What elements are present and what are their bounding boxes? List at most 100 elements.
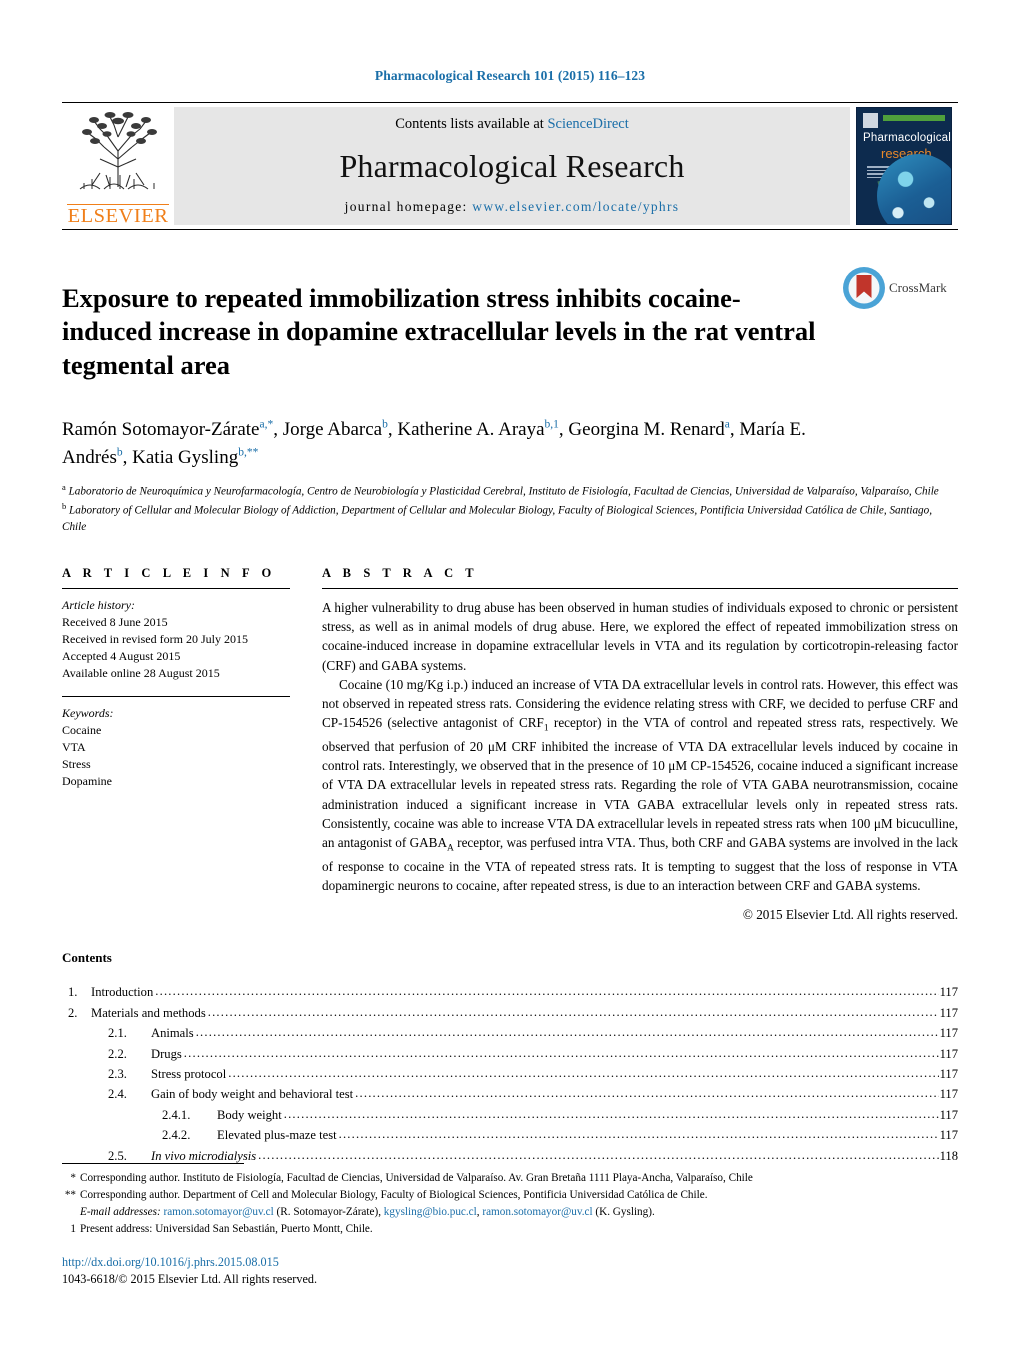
author-entry: Katia Gyslingb,** bbox=[132, 447, 258, 468]
toc-entry-label: Introduction bbox=[91, 985, 154, 1000]
author-marks[interactable]: b bbox=[117, 447, 123, 459]
author-name: Katia Gysling bbox=[132, 446, 239, 468]
toc-dot-leader: ........................................… bbox=[195, 1025, 939, 1040]
footnote-text: Corresponding author. Department of Cell… bbox=[80, 1189, 708, 1202]
cover-image: Pharmacological research bbox=[856, 107, 952, 225]
author-marks[interactable]: a bbox=[725, 419, 730, 431]
affiliation-text: Laboratorio de Neuroquímica y Neurofarma… bbox=[68, 485, 939, 498]
toc-entry-number: 1. bbox=[68, 985, 78, 1000]
journal-cover-thumbnail: Pharmacological research bbox=[850, 103, 958, 229]
footnote-mark: 1 bbox=[70, 1222, 76, 1235]
toc-entry[interactable]: 2.1. Animals.............................… bbox=[62, 1023, 958, 1043]
author-marks[interactable]: b,** bbox=[238, 447, 258, 459]
toc-entry-number: 2.3. bbox=[108, 1066, 127, 1081]
email-link[interactable]: ramon.sotomayor@uv.cl bbox=[163, 1206, 273, 1218]
affiliation-mark: a bbox=[62, 481, 66, 492]
toc-entry-number: 2.4.2. bbox=[162, 1128, 191, 1143]
toc-entry-number: 2.2. bbox=[108, 1046, 127, 1061]
crossmark-icon bbox=[842, 266, 886, 310]
affiliation-text: Laboratory of Cellular and Molecular Bio… bbox=[62, 504, 933, 533]
author-name: Jorge Abarca bbox=[282, 419, 383, 441]
journal-article-first-page: Pharmacological Research 101 (2015) 116–… bbox=[0, 0, 1020, 1351]
author-marks[interactable]: b bbox=[382, 419, 388, 431]
toc-entry-page: 117 bbox=[939, 1046, 958, 1061]
journal-homepage-line: journal homepage: www.elsevier.com/locat… bbox=[345, 199, 680, 215]
footnote-item: * Corresponding author. Instituto de Fisi… bbox=[62, 1170, 958, 1187]
toc-entry-label: Materials and methods bbox=[91, 1005, 206, 1020]
toc-dot-leader: ........................................… bbox=[155, 984, 938, 999]
toc-entry-number: 2.4.1. bbox=[162, 1107, 191, 1122]
elsevier-logo: ELSEVIER bbox=[62, 103, 174, 229]
toc-dot-leader: ........................................… bbox=[258, 1147, 939, 1162]
email-link[interactable]: ramon.sotomayor@uv.cl bbox=[482, 1206, 592, 1218]
toc-entry[interactable]: 2. Materials and methods.................… bbox=[62, 1003, 958, 1023]
contents-heading: Contents bbox=[62, 950, 112, 966]
affiliation-mark: b bbox=[62, 501, 67, 512]
toc-entry[interactable]: 2.3. Stress protocol.....................… bbox=[62, 1064, 958, 1084]
toc-entry[interactable]: 2.4.1. Body weight.......................… bbox=[62, 1105, 958, 1125]
toc-entry-number: 2.1. bbox=[108, 1026, 127, 1041]
table-of-contents: 1. Introduction..........................… bbox=[62, 982, 958, 1166]
present-address-text: Present address: Universidad San Sebasti… bbox=[80, 1222, 373, 1235]
author-name: Georgina M. Renard bbox=[568, 419, 725, 441]
abstract-copyright: © 2015 Elsevier Ltd. All rights reserved… bbox=[742, 907, 958, 923]
email-addresses-note: E-mail addresses: ramon.sotomayor@uv.cl … bbox=[62, 1204, 958, 1221]
toc-entry-number: 2.4. bbox=[108, 1087, 127, 1102]
doi-link[interactable]: http://dx.doi.org/10.1016/j.phrs.2015.08… bbox=[62, 1254, 958, 1272]
page-title: Exposure to repeated immobilization stre… bbox=[62, 282, 816, 381]
homepage-prefix: journal homepage: bbox=[344, 199, 473, 214]
contents-available-prefix: Contents lists available at bbox=[395, 116, 548, 132]
footnote-divider bbox=[62, 1163, 244, 1165]
toc-entry-page: 117 bbox=[939, 1087, 958, 1102]
toc-entry-page: 117 bbox=[939, 985, 958, 1000]
abstract-body: A higher vulnerability to drug abuse has… bbox=[322, 589, 958, 925]
toc-entry[interactable]: 2.4. Gain of body weight and behavioral t… bbox=[62, 1084, 958, 1104]
keywords-block: Keywords: Cocaine VTA Stress Dopamine bbox=[62, 697, 290, 790]
issn-copyright-line: 1043-6618/© 2015 Elsevier Ltd. All right… bbox=[62, 1272, 317, 1287]
contents-section: Contents 1. Introduction.................… bbox=[62, 950, 958, 1166]
author-name: Katherine A. Araya bbox=[397, 419, 545, 441]
keyword-item: Dopamine bbox=[62, 773, 112, 788]
author-marks[interactable]: a,* bbox=[259, 419, 273, 431]
footnotes-section: * Corresponding author. Instituto de Fisi… bbox=[62, 1163, 958, 1289]
article-info-column: A R T I C L E I N F O Article history: R… bbox=[62, 566, 290, 925]
elsevier-wordmark: ELSEVIER bbox=[67, 203, 169, 227]
sciencedirect-link[interactable]: ScienceDirect bbox=[547, 116, 628, 132]
keyword-item: VTA bbox=[62, 739, 86, 754]
toc-entry-number: 2. bbox=[68, 1005, 78, 1020]
history-item: Received in revised form 20 July 2015 bbox=[62, 631, 248, 646]
elsevier-tree-icon bbox=[70, 107, 166, 191]
email-link[interactable]: kgysling@bio.puc.cl bbox=[384, 1206, 477, 1218]
author-marks[interactable]: b,1 bbox=[545, 419, 559, 431]
toc-entry-page: 117 bbox=[939, 1005, 958, 1020]
toc-dot-leader: ........................................… bbox=[183, 1045, 939, 1060]
cover-title-line1: Pharmacological bbox=[863, 132, 952, 144]
toc-dot-leader: ........................................… bbox=[355, 1086, 939, 1101]
history-item: Available online 28 August 2015 bbox=[62, 665, 220, 680]
crossmark-label: CrossMark bbox=[889, 280, 947, 295]
toc-entry-page: 117 bbox=[939, 1128, 958, 1143]
abstract-column: A B S T R A C T A higher vulnerability t… bbox=[322, 566, 958, 925]
author-entry: Georgina M. Renarda bbox=[568, 419, 729, 440]
toc-entry[interactable]: 1. Introduction..........................… bbox=[62, 982, 958, 1002]
article-history-title: Article history: bbox=[62, 597, 135, 612]
abstract-paragraph: Cocaine (10 mg/Kg i.p.) induced an incre… bbox=[322, 675, 958, 895]
sciencedirect-banner: Contents lists available at ScienceDirec… bbox=[174, 107, 850, 225]
info-abstract-section: A R T I C L E I N F O Article history: R… bbox=[62, 566, 958, 925]
abstract-text-part: receptor) in the VTA of control and repe… bbox=[322, 715, 958, 851]
gabaa-subscript: A bbox=[446, 843, 454, 854]
contents-available-line: Contents lists available at ScienceDirec… bbox=[395, 116, 629, 133]
email-owner: (K. Gysling). bbox=[592, 1206, 655, 1219]
toc-entry[interactable]: 2.2. Drugs...............................… bbox=[62, 1044, 958, 1064]
toc-entry[interactable]: 2.4.2. Elevated plus-maze test...........… bbox=[62, 1125, 958, 1145]
crossmark-badge[interactable]: CrossMark bbox=[842, 264, 952, 400]
affiliation-item: a Laboratorio de Neuroquímica y Neurofar… bbox=[62, 481, 942, 501]
cover-microscopy-image bbox=[877, 154, 951, 224]
abstract-heading: A B S T R A C T bbox=[322, 565, 479, 580]
article-info-heading: A R T I C L E I N F O bbox=[62, 565, 276, 580]
toc-entry-label: Stress protocol bbox=[151, 1066, 227, 1081]
keywords-title: Keywords: bbox=[62, 705, 114, 720]
journal-homepage-link[interactable]: www.elsevier.com/locate/yphrs bbox=[472, 199, 679, 214]
present-address-note: 1 Present address: Universidad San Sebast… bbox=[62, 1221, 958, 1238]
article-history-block: Article history: Received 8 June 2015 Re… bbox=[62, 589, 290, 682]
